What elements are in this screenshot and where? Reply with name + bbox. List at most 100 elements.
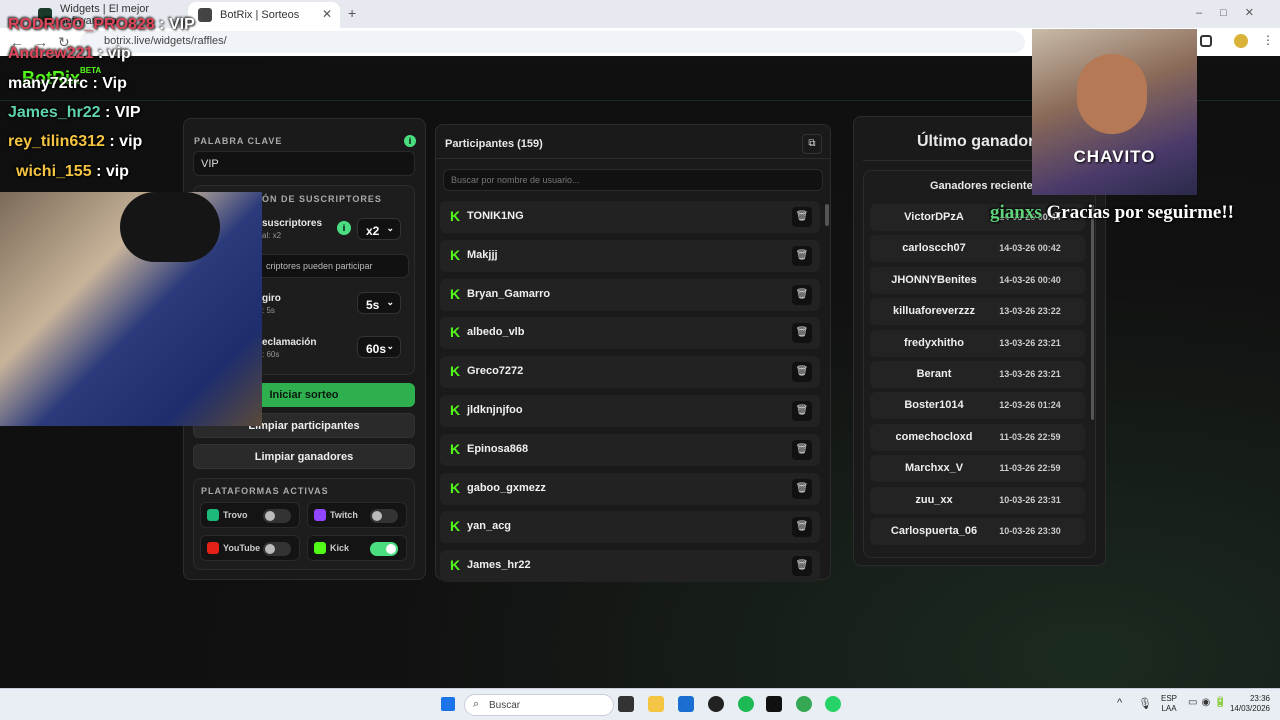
trash-icon[interactable]: 🗑: [792, 439, 812, 460]
platform-twitch[interactable]: Twitch: [307, 502, 407, 528]
participant-row[interactable]: Kgaboo_gxmezz 🗑: [440, 472, 820, 505]
chat-user: rey_tilin6312: [8, 133, 105, 151]
recent-winners-title: Ganadores recientes: [930, 180, 1039, 192]
chat-message: many72trc : Vip: [8, 75, 127, 93]
search-icon: ⌕: [473, 698, 480, 710]
claim-title: eclamación: [262, 337, 317, 348]
trash-icon[interactable]: 🗑: [792, 323, 812, 344]
spin-time-select[interactable]: 5s ⌄: [357, 292, 401, 314]
winner-row: Marchxx_V 11-03-26 22:59: [870, 455, 1085, 483]
participant-name: albedo_vlb: [467, 326, 525, 339]
platforms-label: PLATAFORMAS ACTIVAS: [201, 486, 329, 496]
trash-icon[interactable]: 🗑: [792, 478, 812, 499]
trash-icon[interactable]: 🗑: [792, 517, 812, 538]
chat-user: James_hr22: [8, 103, 101, 121]
trash-icon[interactable]: 🗑: [792, 556, 812, 577]
winner-name: Boster1014: [904, 399, 964, 412]
winner-row: zuu_xx 10-03-26 23:31: [870, 486, 1085, 514]
winner-name: Berant: [916, 368, 952, 380]
participant-row[interactable]: K Bryan_Gamarro 🗑: [440, 278, 820, 311]
participant-row[interactable]: Kyan_acg 🗑: [440, 511, 820, 544]
store-icon[interactable]: [678, 696, 694, 712]
twitch-toggle[interactable]: [370, 509, 398, 523]
winner-date: 13-03-26 23:22: [999, 306, 1061, 317]
participants-scrollbar[interactable]: [825, 204, 829, 226]
new-tab-icon[interactable]: +: [348, 5, 356, 21]
profile-avatar[interactable]: [1234, 34, 1248, 48]
platform-trovo[interactable]: Trovo: [200, 502, 300, 528]
participant-row[interactable]: Kjldknjnjfoo 🗑: [440, 395, 820, 427]
platform-kick[interactable]: Kick: [307, 535, 407, 561]
trash-icon[interactable]: 🗑: [792, 245, 812, 266]
participant-name: Makjjj: [467, 248, 498, 261]
extensions-icon[interactable]: [1200, 35, 1212, 47]
trash-icon[interactable]: 🗑: [792, 362, 812, 383]
taskbar-search[interactable]: ⌕ Buscar: [464, 694, 614, 716]
kick-icon: K: [450, 246, 461, 263]
platform-youtube[interactable]: YouTube: [200, 535, 300, 561]
file-explorer-icon[interactable]: [648, 696, 664, 712]
trash-icon[interactable]: 🗑: [792, 284, 812, 305]
participant-search-input[interactable]: Buscar por nombre de usuario...: [443, 169, 823, 191]
tab-favicon-icon: [198, 8, 212, 22]
winner-date: 13-03-26 23:21: [999, 369, 1061, 379]
close-tab-icon[interactable]: ✕: [322, 7, 332, 21]
participant-row[interactable]: K TONIK1NG 🗑: [440, 201, 820, 233]
participant-row[interactable]: K Greco7272 🗑: [440, 356, 820, 389]
tiktok-icon[interactable]: [766, 696, 782, 712]
youtube-icon: [207, 542, 219, 554]
participant-name: Bryan_Gamarro: [467, 287, 551, 300]
chevron-down-icon: ⌄: [386, 341, 394, 351]
taskbar: [0, 688, 1280, 720]
kick-toggle[interactable]: [370, 542, 398, 556]
winner-date: 14-03-26 00:42: [999, 243, 1061, 254]
winner-name: comechocloxd: [895, 430, 973, 443]
youtube-toggle[interactable]: [263, 542, 291, 556]
subscriber-multiplier-select[interactable]: x2 ⌄: [357, 218, 401, 240]
trash-icon[interactable]: 🗑: [792, 401, 812, 421]
clock[interactable]: 23:36 14/03/2026: [1226, 694, 1270, 714]
browser-tab-botrix[interactable]: BotRix | Sorteos ✕: [188, 2, 340, 28]
spotify-icon[interactable]: [738, 696, 754, 712]
winner-name: fredyxhitho: [904, 336, 964, 349]
chat-user: wichi_155: [16, 162, 92, 180]
chevron-down-icon: ⌄: [386, 223, 394, 233]
claim-time-select[interactable]: 60s ⌄: [357, 336, 401, 358]
obs-icon[interactable]: [708, 696, 724, 712]
participant-row[interactable]: Kalbedo_vlb 🗑: [440, 317, 820, 350]
clear-winners-button[interactable]: Limpiar ganadores: [193, 444, 415, 469]
trash-icon[interactable]: 🗑: [792, 207, 812, 227]
participant-name: jldknjnjfoo: [467, 404, 523, 416]
participant-row[interactable]: K Makjjj 🗑: [440, 239, 820, 272]
winner-row: Carlospuerta_06 10-03-26 23:30: [870, 518, 1085, 545]
url-field[interactable]: botrix.live/widgets/raffles/: [80, 31, 1025, 53]
webcam-overlay: [0, 192, 262, 426]
winner-row: JHONNYBenites 14-03-26 00:40: [870, 266, 1085, 294]
winner-name: carloscch07: [902, 242, 966, 255]
trovo-toggle[interactable]: [263, 509, 291, 523]
chat-text: : Vip: [92, 74, 127, 92]
participant-row[interactable]: K Epinosa868 🗑: [440, 433, 820, 466]
tray-chevron-icon[interactable]: ^: [1117, 697, 1122, 709]
info-icon[interactable]: i: [337, 221, 351, 235]
chrome-icon[interactable]: [796, 696, 812, 712]
winners-scrollbar[interactable]: [1091, 205, 1094, 420]
chat-message: wichi_155 : vip: [16, 163, 129, 181]
whatsapp-icon[interactable]: [825, 696, 841, 712]
microphone-icon[interactable]: 🎙: [1138, 697, 1152, 710]
info-icon[interactable]: i: [404, 135, 416, 147]
participant-name: TONIK1NG: [467, 210, 524, 222]
participant-row[interactable]: K James_hr22 🗑: [440, 550, 820, 583]
window-controls[interactable]: –□✕: [1196, 6, 1272, 19]
chat-text: : vip: [97, 45, 131, 63]
language-indicator[interactable]: ESP LAA: [1161, 694, 1177, 714]
keyword-input[interactable]: VIP: [193, 151, 415, 176]
menu-icon[interactable]: ⋮: [1262, 33, 1274, 47]
face: [1077, 54, 1147, 134]
copy-icon[interactable]: ⧉: [802, 134, 822, 154]
tray-icons[interactable]: ▭◉🔋: [1188, 697, 1231, 708]
task-view-icon[interactable]: [618, 696, 634, 712]
windows-start-icon[interactable]: [441, 697, 455, 711]
follow-alert: gianxs Gracias por seguirme!!: [990, 202, 1234, 223]
winner-name: Marchxx_V: [904, 462, 964, 475]
